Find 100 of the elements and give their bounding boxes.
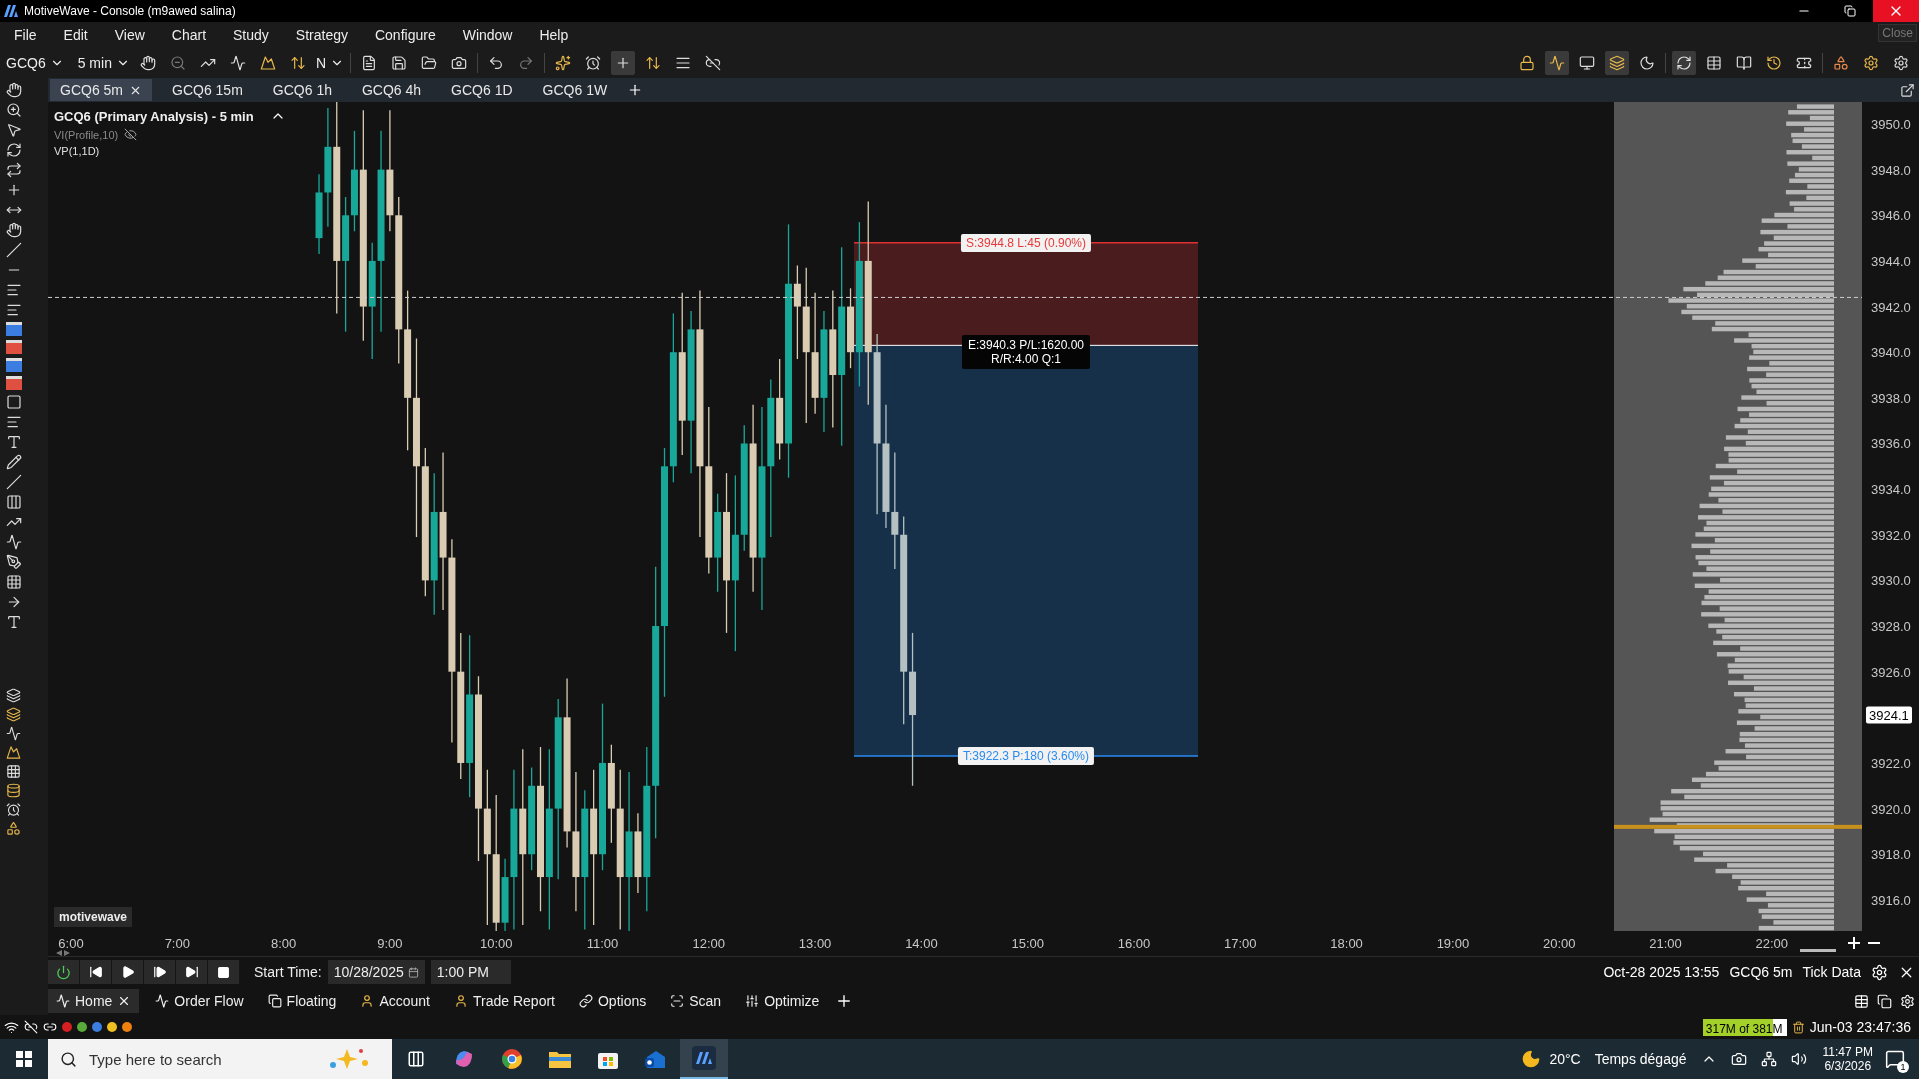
scroll-arrows-icon[interactable]: [56, 950, 70, 956]
color-swatch-icon[interactable]: [6, 322, 22, 336]
eye-off-icon[interactable]: [124, 128, 138, 141]
hand-icon[interactable]: [139, 55, 156, 71]
scale-icon[interactable]: [645, 55, 662, 71]
copy-icon[interactable]: [1877, 993, 1892, 1009]
task-view-icon[interactable]: [407, 1050, 425, 1068]
line-icon[interactable]: [6, 474, 22, 490]
detach-icon[interactable]: [1900, 82, 1915, 98]
study-label[interactable]: VP(1,1D): [54, 145, 100, 157]
workspace-tab[interactable]: Home: [48, 989, 140, 1013]
ticket-icon[interactable]: [1796, 55, 1812, 71]
arrow-icon[interactable]: [6, 594, 22, 610]
color-swatch-icon[interactable]: [6, 358, 22, 372]
hand-icon[interactable]: [6, 82, 22, 98]
document-icon[interactable]: [361, 55, 378, 71]
history-icon[interactable]: [1766, 55, 1782, 71]
study-label[interactable]: VI(Profile,10): [54, 128, 119, 141]
area-icon[interactable]: [6, 745, 21, 760]
stop-button[interactable]: [208, 960, 240, 984]
interval-dropdown[interactable]: 5 min: [77, 55, 130, 71]
symbol-dropdown[interactable]: GCQ6: [6, 55, 64, 71]
lines-icon[interactable]: [6, 282, 22, 298]
chart-tab[interactable]: GCQ6 1W: [532, 79, 618, 101]
chart-tab[interactable]: GCQ6 1D: [441, 79, 523, 101]
color-swatch-icon[interactable]: [6, 376, 22, 390]
sync-icon[interactable]: [1676, 55, 1692, 71]
lines-icon[interactable]: [675, 55, 692, 71]
crosshair-icon[interactable]: [6, 182, 22, 198]
panel-icon[interactable]: [1579, 55, 1595, 71]
menu-item[interactable]: Strategy: [289, 27, 361, 43]
swirl-app-icon[interactable]: [453, 1048, 475, 1070]
trash-icon[interactable]: [1791, 1020, 1805, 1034]
lines-icon[interactable]: [6, 302, 22, 318]
grid-icon[interactable]: [6, 764, 21, 779]
chart-tab[interactable]: GCQ6 15m: [162, 79, 253, 101]
unlink-icon[interactable]: [705, 55, 722, 71]
lock-icon[interactable]: [1519, 55, 1535, 71]
taskbar-date[interactable]: 6/3/2026: [1824, 1059, 1872, 1073]
wave-icon[interactable]: [6, 534, 22, 550]
search-box[interactable]: Type here to search: [48, 1039, 392, 1079]
save-icon[interactable]: [391, 55, 408, 71]
zoom-in-icon[interactable]: [6, 102, 22, 118]
menu-item[interactable]: Edit: [57, 27, 101, 43]
folder-icon[interactable]: [421, 55, 438, 71]
network-icon[interactable]: [1760, 1051, 1777, 1067]
layers-icon[interactable]: [6, 688, 21, 703]
color-swatch-icon[interactable]: [6, 340, 22, 354]
rewind-button[interactable]: [80, 960, 112, 984]
chart-settings-icon[interactable]: [1863, 55, 1879, 71]
channel-icon[interactable]: [6, 494, 22, 510]
date-field[interactable]: 10/28/2025: [327, 960, 425, 984]
workspace-tab[interactable]: Scan: [662, 989, 730, 1013]
time-field[interactable]: 1:00 PM: [430, 960, 511, 984]
active-app-button[interactable]: [680, 1039, 728, 1079]
wifi-icon[interactable]: [4, 1019, 19, 1035]
rectangle-icon[interactable]: [6, 394, 22, 410]
pointer-icon[interactable]: [6, 122, 22, 138]
menu-item[interactable]: Study: [227, 27, 282, 43]
text-icon[interactable]: [6, 434, 22, 450]
refresh-icon[interactable]: [6, 142, 22, 158]
browser-icon[interactable]: [501, 1048, 523, 1070]
chart-tab[interactable]: GCQ6 1h: [262, 79, 342, 101]
link-icon[interactable]: [43, 1020, 57, 1034]
menu-item[interactable]: Window: [456, 27, 526, 43]
book-icon[interactable]: [1736, 55, 1752, 71]
bar-type-dropdown[interactable]: N: [315, 55, 345, 71]
workspace-tab[interactable]: Options: [570, 989, 655, 1013]
shapes-icon[interactable]: [6, 821, 21, 836]
zoom-in-icon[interactable]: [1847, 936, 1861, 950]
menu-item[interactable]: Help: [533, 27, 582, 43]
camera-icon[interactable]: [451, 55, 468, 71]
hand-icon[interactable]: [6, 222, 22, 238]
menu-item[interactable]: View: [108, 27, 158, 43]
layers-icon[interactable]: [6, 707, 21, 722]
alarm-icon[interactable]: [585, 55, 602, 71]
redo-icon[interactable]: [518, 55, 535, 71]
calendar-icon[interactable]: [407, 966, 419, 978]
repeat-icon[interactable]: [6, 162, 22, 178]
workspace-tab[interactable]: Optimize: [737, 989, 828, 1013]
shapes-icon[interactable]: [1833, 55, 1849, 71]
layout-icon[interactable]: [1854, 993, 1869, 1009]
volume-icon[interactable]: [1790, 1051, 1807, 1067]
menu-item[interactable]: File: [8, 27, 50, 43]
lines-icon[interactable]: [6, 414, 22, 430]
theme-icon[interactable]: [1639, 55, 1655, 71]
step-button[interactable]: [144, 960, 176, 984]
menu-item[interactable]: Chart: [165, 27, 219, 43]
database-icon[interactable]: [6, 783, 21, 798]
wave-icon[interactable]: [229, 55, 246, 71]
pencil-icon[interactable]: [6, 454, 22, 470]
search-input[interactable]: Type here to search: [87, 1049, 317, 1069]
fast-forward-button[interactable]: [176, 960, 208, 984]
workspace-tab[interactable]: Floating: [259, 989, 345, 1013]
alarm-icon[interactable]: [6, 802, 21, 817]
camera-icon[interactable]: [1730, 1051, 1747, 1067]
pen-icon[interactable]: [6, 554, 22, 570]
settings-icon[interactable]: [1893, 55, 1909, 71]
grid-icon[interactable]: [6, 574, 22, 590]
taskbar-time[interactable]: 11:47 PM: [1822, 1045, 1873, 1059]
